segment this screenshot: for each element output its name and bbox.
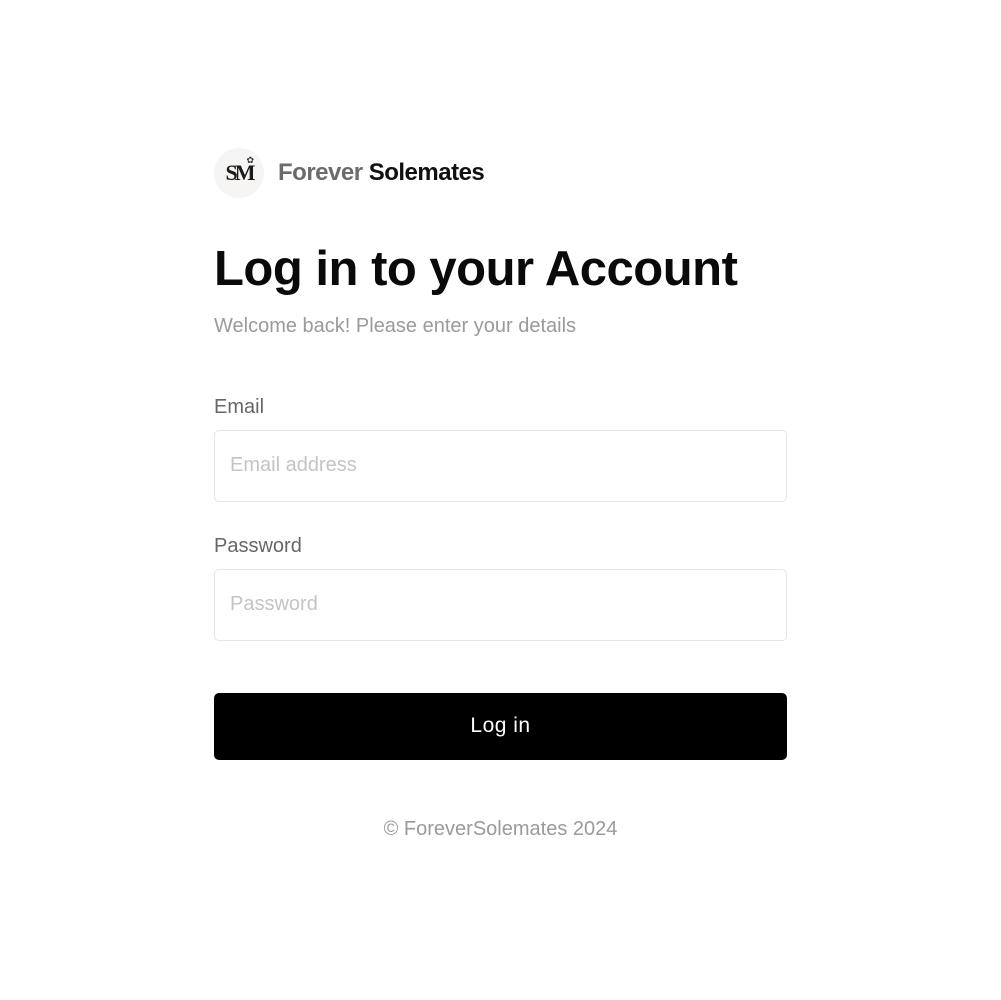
password-field[interactable] [214,568,787,641]
login-button[interactable]: Log in [214,692,787,760]
brand-logo: SM ✿ [214,148,264,198]
brand-name-first: Forever [278,159,363,186]
login-card: SM ✿ Forever Solemates Log in to your Ac… [214,148,787,841]
email-field[interactable] [214,429,787,502]
email-label: Email [214,395,265,418]
logo-monogram: SM [225,160,256,185]
page-subtitle: Welcome back! Please enter your details [214,314,577,337]
brand-name-second: Solemates [368,159,485,186]
brand-name: Forever Solemates [278,159,485,187]
brand-header: SM ✿ Forever Solemates [214,148,787,198]
page-title: Log in to your Account [214,242,738,296]
flower-icon: ✿ [246,155,254,165]
password-label: Password [214,534,302,557]
footer-copyright: © ForeverSolemates 2024 [383,817,618,840]
